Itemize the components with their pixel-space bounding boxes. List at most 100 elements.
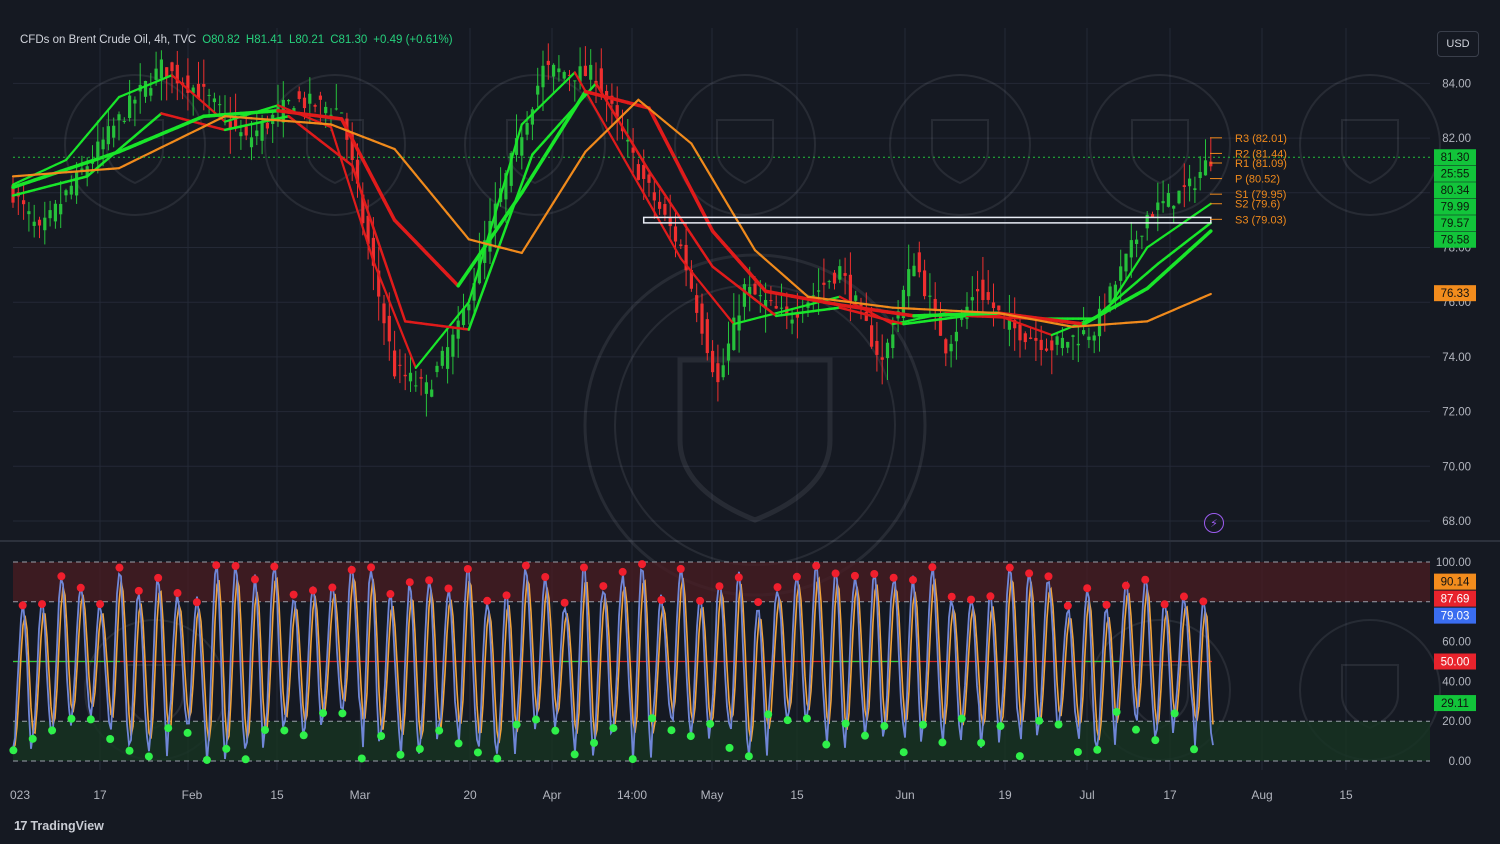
candle-body bbox=[991, 302, 996, 309]
candle-body bbox=[101, 139, 105, 150]
candle-body bbox=[1135, 239, 1139, 245]
candle-body bbox=[22, 200, 26, 205]
candle-body bbox=[424, 382, 428, 394]
candle-body bbox=[308, 93, 312, 104]
candle-body bbox=[440, 350, 444, 366]
candle-body bbox=[1140, 235, 1144, 237]
candle-body bbox=[1055, 336, 1059, 345]
candle-body bbox=[1177, 190, 1181, 204]
overbought-dot bbox=[1141, 575, 1150, 584]
oversold-dot bbox=[977, 738, 986, 747]
overbought-dot bbox=[463, 564, 472, 573]
overbought-dot bbox=[715, 582, 724, 591]
candle-body bbox=[721, 365, 725, 378]
price-tick-label: 72.00 bbox=[1442, 407, 1471, 419]
candle-body bbox=[557, 68, 561, 73]
candle-body bbox=[1087, 336, 1091, 341]
candle-body bbox=[716, 363, 720, 383]
candle-body bbox=[673, 226, 678, 242]
candle-body bbox=[239, 132, 243, 137]
candle-body bbox=[642, 164, 646, 179]
candle-body bbox=[218, 104, 222, 106]
candle-body bbox=[143, 80, 148, 97]
candle-body bbox=[297, 91, 301, 99]
overbought-dot bbox=[560, 598, 569, 607]
overbought-dot bbox=[231, 561, 240, 570]
overbought-dot bbox=[309, 586, 317, 595]
candle-body bbox=[700, 303, 704, 334]
overbought-dot bbox=[1005, 563, 1014, 572]
time-tick-label: 17 bbox=[93, 788, 107, 802]
candle-body bbox=[1108, 286, 1112, 303]
overbought-dot bbox=[638, 560, 647, 569]
candle-body bbox=[1124, 253, 1128, 272]
oversold-dot bbox=[686, 732, 695, 741]
candle-body bbox=[885, 342, 890, 359]
candle-body bbox=[954, 331, 958, 342]
candle-body bbox=[1023, 333, 1027, 343]
oversold-dot bbox=[9, 746, 18, 755]
candle-body bbox=[446, 347, 450, 369]
overbought-dot bbox=[599, 582, 608, 591]
candle-body bbox=[843, 273, 847, 276]
candle-body bbox=[112, 125, 116, 138]
candle-body bbox=[265, 122, 269, 129]
overbought-dot bbox=[696, 596, 705, 605]
overbought-dot bbox=[1102, 600, 1111, 609]
overbought-dot bbox=[889, 573, 898, 582]
osc-label-text: 87.69 bbox=[1441, 594, 1470, 606]
overbought-dot bbox=[270, 562, 279, 571]
overbought-dot bbox=[1179, 592, 1188, 601]
candle-body bbox=[1029, 337, 1033, 339]
oversold-dot bbox=[1190, 745, 1199, 754]
candle-body bbox=[583, 65, 587, 77]
candle-body bbox=[43, 217, 47, 231]
candle-body bbox=[928, 295, 932, 297]
candle-body bbox=[207, 94, 211, 96]
candle-body bbox=[287, 99, 291, 102]
candle-body bbox=[32, 221, 36, 226]
price-label-text: 79.99 bbox=[1441, 202, 1470, 214]
overbought-dot bbox=[57, 572, 66, 581]
overbought-dot bbox=[1199, 597, 1208, 606]
candle-body bbox=[520, 137, 524, 156]
lightning-icon[interactable]: ⚡ bbox=[1204, 513, 1224, 533]
chart-canvas[interactable]: R3 (82.01)R2 (81.44)R1 (81.09)P (80.52)S… bbox=[0, 0, 1500, 844]
candle-body bbox=[875, 340, 879, 355]
candle-body bbox=[1166, 193, 1170, 207]
candle-body bbox=[647, 174, 651, 183]
overbought-dot bbox=[1121, 581, 1130, 590]
candle-body bbox=[636, 164, 640, 180]
candle-body bbox=[668, 217, 672, 227]
candle-body bbox=[260, 122, 264, 141]
pivot-label: R1 (81.09) bbox=[1235, 158, 1287, 170]
overbought-dot bbox=[154, 573, 163, 582]
currency-button[interactable]: USD bbox=[1437, 31, 1479, 57]
candle-body bbox=[456, 320, 460, 339]
candle-body bbox=[414, 385, 418, 387]
overbought-dot bbox=[289, 590, 298, 599]
oversold-dot bbox=[280, 726, 289, 735]
tradingview-logo-icon: 17 bbox=[14, 818, 28, 833]
price-tick-label: 70.00 bbox=[1442, 461, 1471, 473]
oversold-dot bbox=[261, 725, 269, 734]
candle-body bbox=[573, 80, 577, 82]
tradingview-brand[interactable]: 17 TradingView bbox=[14, 818, 104, 833]
candle-body bbox=[1129, 240, 1133, 258]
time-tick-label: 15 bbox=[270, 788, 284, 802]
oversold-dot bbox=[880, 722, 889, 731]
oversold-dot bbox=[454, 739, 463, 748]
candle-body bbox=[244, 126, 248, 136]
oversold-dot bbox=[783, 716, 792, 725]
candle-body bbox=[536, 85, 540, 95]
candle-body bbox=[1182, 185, 1186, 187]
oversold-dot bbox=[706, 719, 715, 728]
oversold-dot bbox=[764, 710, 773, 719]
overbought-dot bbox=[386, 590, 395, 599]
candle-body bbox=[758, 295, 762, 297]
osc-label-text: 90.14 bbox=[1441, 577, 1470, 589]
oversold-dot bbox=[1054, 720, 1063, 729]
overbought-dot bbox=[792, 572, 801, 581]
candle-body bbox=[917, 252, 921, 273]
candle-body bbox=[822, 282, 826, 285]
